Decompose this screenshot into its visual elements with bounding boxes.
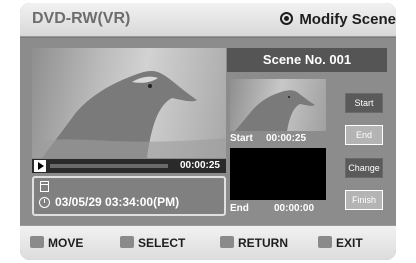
- dolphin-image: [32, 71, 226, 158]
- end-time: 00:00:00: [274, 203, 315, 214]
- return-hint[interactable]: RETURN: [220, 236, 288, 250]
- video-preview: [32, 48, 226, 158]
- start-thumbnail: [230, 79, 326, 131]
- exit-hint[interactable]: EXIT: [318, 236, 363, 250]
- key-hint-bar: MOVE SELECT RETURN EXIT: [20, 225, 396, 260]
- progress-track[interactable]: [50, 164, 168, 168]
- clock-icon: [39, 197, 50, 208]
- finish-button[interactable]: Finish: [345, 190, 383, 210]
- modify-scene-screen: DVD-RW(VR) Modify Scene 00:00:25 03/05/2…: [20, 3, 396, 260]
- disc-icon: [40, 181, 49, 192]
- mode-title: Modify Scene: [280, 11, 396, 28]
- end-thumbnail: [230, 148, 326, 200]
- end-label: End: [230, 203, 249, 214]
- scene-number: Scene No. 001: [227, 48, 387, 72]
- return-hint-label: RETURN: [238, 236, 288, 250]
- select-hint[interactable]: SELECT: [120, 236, 185, 250]
- mode-title-label: Modify Scene: [299, 11, 396, 28]
- enter-key-icon: [120, 236, 134, 248]
- select-hint-label: SELECT: [138, 236, 186, 250]
- arrow-keys-icon: [30, 236, 44, 248]
- end-button[interactable]: End: [345, 125, 383, 145]
- change-button[interactable]: Change: [345, 158, 383, 178]
- start-button[interactable]: Start: [345, 93, 383, 113]
- start-time: 00:00:25: [266, 133, 307, 144]
- elapsed-time: 00:00:25: [179, 160, 220, 171]
- app-title: DVD-RW(VR): [32, 10, 131, 27]
- return-key-icon: [220, 236, 234, 248]
- info-box: 03/05/29 03:34:00(PM): [32, 176, 226, 216]
- playback-bar: 00:00:25: [32, 159, 226, 173]
- exit-hint-label: EXIT: [336, 236, 363, 250]
- recording-datetime: 03/05/29 03:34:00(PM): [55, 195, 180, 209]
- play-icon[interactable]: [34, 160, 46, 172]
- menu-key-icon: [318, 236, 332, 248]
- target-icon: [280, 12, 294, 25]
- start-label: Start: [230, 133, 253, 144]
- move-hint-label: MOVE: [48, 236, 84, 250]
- start-frame-image: [235, 90, 315, 131]
- content-area: 00:00:25 03/05/29 03:34:00(PM) Scene No.…: [20, 38, 396, 225]
- move-hint[interactable]: MOVE: [30, 236, 83, 250]
- title-bar: DVD-RW(VR) Modify Scene: [20, 3, 396, 37]
